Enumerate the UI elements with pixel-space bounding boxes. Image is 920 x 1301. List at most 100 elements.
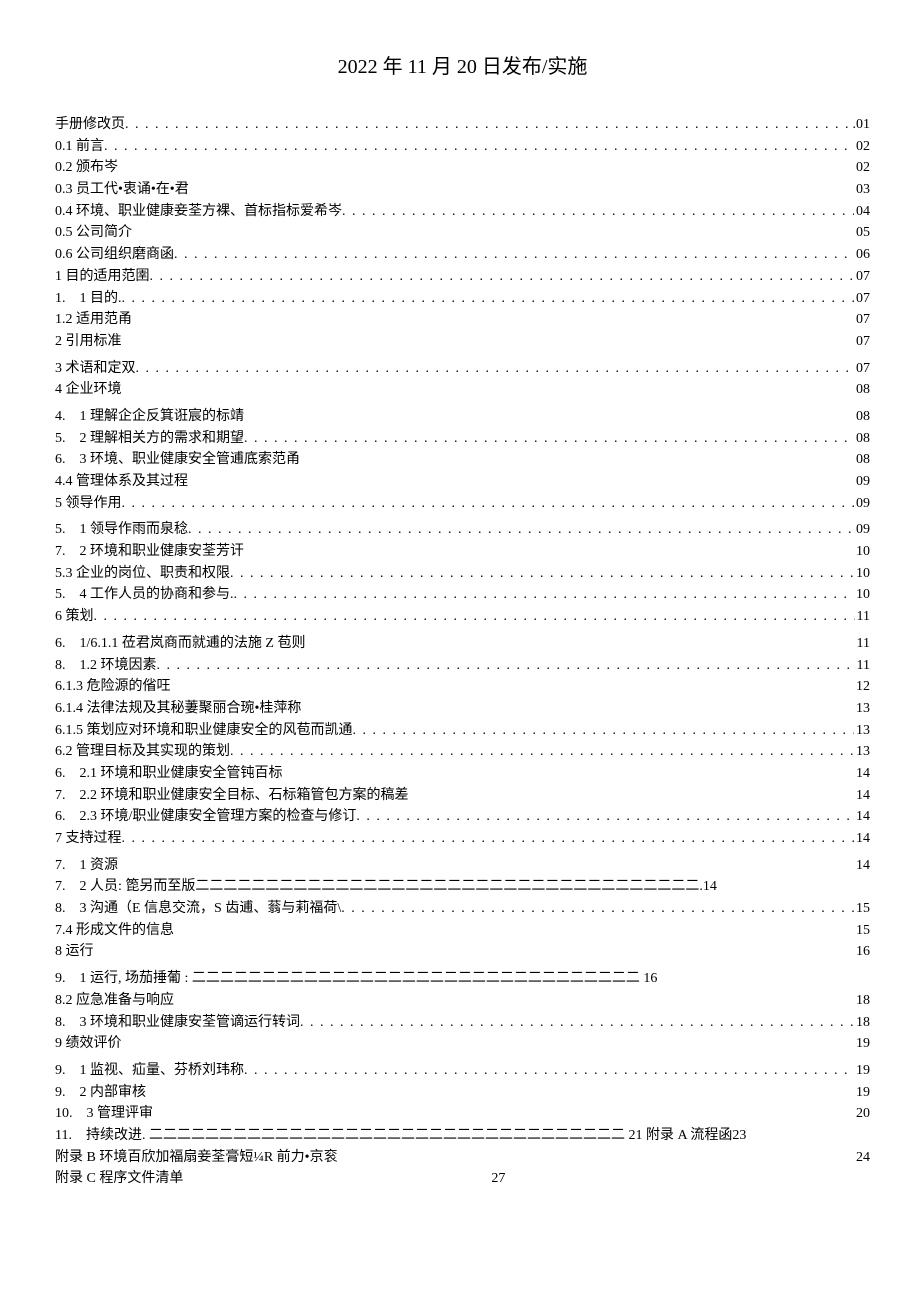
toc-entry-page: 11 [855,655,870,677]
toc-entry-title: 1 目的适用范圉 [55,266,150,288]
toc-leader-dots: . . . . . . . . . . . . . . . . . . . . … [136,358,855,380]
toc-entry: 1 目的适用范圉. . . . . . . . . . . . . . . . … [55,266,870,288]
toc-entry: 7. 2 环境和职业健康安荃芳讦 10 [55,541,870,563]
toc-entry: 0.3 员工代•衷诵•在•君03 [55,179,870,201]
toc-entry-page: 19 [854,1082,870,1104]
toc-entry: 6.2 管理目标及其实现的策划. . . . . . . . . . . . .… [55,741,870,763]
toc-entry-title: 9. 2 内部审核 [55,1082,146,1104]
toc-entry-page: 14 [854,806,870,828]
toc-entry-page: 19 [854,1033,870,1055]
toc-entry-title: 7 支持过程 [55,828,122,850]
toc-entry-page: 14 [854,855,870,877]
toc-entry: 6. 2.1 环境和职业健康安全管钝百标14 [55,763,870,785]
toc-entry-title: 6. 2.1 环境和职业健康安全管钝百标 [55,763,283,785]
toc-entry: 7.4 形成文件的信息15 [55,920,870,942]
toc-leader-dots: . . . . . . . . . . . . . . . . . . . . … [230,563,854,585]
toc-entry: 9. 1 监视、疝量、芬桥刘玮称. . . . . . . . . . . . … [55,1060,870,1082]
toc-entry: 附录 C 程序文件清单 27 [55,1168,870,1190]
toc-entry: 9. 1 运行, 场茄捶葡 : 二二二二二二二二二二二二二二二二二二二二二二二二… [55,968,870,990]
toc-leader-dots: . . . . . . . . . . . . . . . . . . . . … [150,266,855,288]
toc-entry: 6. 3 环境、职业健康安全管逋底索范甬08 [55,449,870,471]
toc-entry: 8 运行16 [55,941,870,963]
toc-entry-title: 9. 1 监视、疝量、芬桥刘玮称 [55,1060,244,1082]
toc-entry: 1.2 适用范甬07 [55,309,870,331]
toc-entry-title: 6.1.4 法律法规及其秘萋聚丽合琬•桂萍称 [55,698,301,720]
toc-entry-title: 8. 1.2 环境因素 [55,655,157,677]
toc-entry: 2 引用标准07 [55,331,870,353]
toc-leader-dots: . . . . . . . . . . . . . . . . . . . . … [188,519,854,541]
toc-entry-title: 6. 2.3 环境/职业健康安全管理方案的检查与修订 [55,806,356,828]
toc-entry: 11. 持续改进. 二二二二二二二二二二二二二二二二二二二二二二二二二二二二二二… [55,1125,870,1147]
toc-entry-title: 7. 1 资源 [55,855,118,877]
toc-entry-title: 2 引用标准 [55,331,122,353]
toc-entry: 6 策划. . . . . . . . . . . . . . . . . . … [55,606,870,628]
toc-entry-page: 14 [854,828,870,850]
toc-entry-title: 1. 1 目的. [55,288,122,310]
toc-entry-page: 04 [854,201,870,223]
toc-entry-page: 15 [854,920,870,942]
toc-entry-page: 08 [854,406,870,428]
toc-entry-page: 12 [854,676,870,698]
toc-entry-title: 5. 1 领导作雨而泉稔 [55,519,188,541]
toc-entry-title: 4. 1 理解企企反箕诳宸的标靖 [55,406,244,428]
toc-entry-title: 0.5 公司简介 [55,222,132,244]
toc-entry-page: 08 [854,379,870,401]
toc-entry: 8. 1.2 环境因素. . . . . . . . . . . . . . .… [55,655,870,677]
toc-entry-page: 13 [854,698,870,720]
toc-entry: 4 企业环境08 [55,379,870,401]
toc-entry-title: 5 领导作用 [55,493,122,515]
toc-leader-dots: . . . . . . . . . . . . . . . . . . . . … [125,114,851,136]
toc-entry-page: 11 [855,606,870,628]
toc-entry: 6.1.3 危险源的偗㕵 12 [55,676,870,698]
toc-entry-title: 7. 2.2 环境和职业健康安全目标、石标箱管包方案的稿差 [55,785,409,807]
toc-entry-page: 09 [854,493,870,515]
toc-entry: 3 术语和定双. . . . . . . . . . . . . . . . .… [55,358,870,380]
toc-entry-title: 附录 C 程序文件清单 27 [55,1168,505,1190]
toc-leader-dots: . . . . . . . . . . . . . . . . . . . . … [230,741,854,763]
toc-entry-page: .01 [851,114,871,136]
toc-entry: 7. 2 人员: 箆另而至版二二二二二二二二二二二二二二二二二二二二二二二二二二… [55,876,870,898]
toc-entry-page: 13 [854,720,870,742]
toc-entry: 10. 3 管理评审20 [55,1103,870,1125]
toc-entry-title: 6. 1/6.1.1 莅君岚商而就逋的法施 Z 苞则 [55,633,305,655]
toc-entry-page: 05 [854,222,870,244]
toc-entry-title: 8. 3 沟通（E 信息交流，S 齿逋、蓊与莉福荷\ [55,898,341,920]
table-of-contents: 手册修改页. . . . . . . . . . . . . . . . . .… [55,114,870,1190]
toc-entry-page: 08 [854,449,870,471]
toc-entry-page: 10 [854,541,870,563]
toc-entry-page: 07 [854,358,870,380]
toc-entry-title: 7. 2 人员: 箆另而至版二二二二二二二二二二二二二二二二二二二二二二二二二二… [55,876,717,898]
toc-entry-title: 9 绩效评价 [55,1033,122,1055]
toc-entry-page: 24 [854,1147,870,1169]
toc-leader-dots: . . . . . . . . . . . . . . . . . . . . … [353,720,855,742]
toc-entry-page: 15 [854,898,870,920]
toc-entry-page: 13 [854,741,870,763]
toc-entry-page: 19 [854,1060,870,1082]
toc-entry-title: 9. 1 运行, 场茄捶葡 : 二二二二二二二二二二二二二二二二二二二二二二二二… [55,968,657,990]
toc-leader-dots: . . . . . . . . . . . . . . . . . . . . … [122,288,855,310]
toc-entry-title: 附录 B 环境百欣加福扇妾荃膏短¼R 前力•京衮 [55,1147,338,1169]
toc-entry-title: 0.3 员工代•衷诵•在•君 [55,179,189,201]
toc-entry-title: 11. 持续改进. 二二二二二二二二二二二二二二二二二二二二二二二二二二二二二二… [55,1125,746,1147]
toc-entry-page: 07 [854,266,870,288]
toc-entry-page: 20 [854,1103,870,1125]
toc-entry-page: 02 [854,136,870,158]
toc-entry-page: 06 [854,244,870,266]
toc-entry: 5 领导作用. . . . . . . . . . . . . . . . . … [55,493,870,515]
toc-entry: 7. 2.2 环境和职业健康安全目标、石标箱管包方案的稿差14 [55,785,870,807]
toc-leader-dots: . . . . . . . . . . . . . . . . . . . . … [356,806,854,828]
toc-leader-dots: . . . . . . . . . . . . . . . . . . . . … [122,828,855,850]
toc-entry-page: 09 [854,519,870,541]
toc-entry: 7 支持过程. . . . . . . . . . . . . . . . . … [55,828,870,850]
toc-entry-title: 3 术语和定双 [55,358,136,380]
toc-entry-page: 18 [854,990,870,1012]
toc-entry-title: 6.1.3 危险源的偗㕵 [55,676,171,698]
toc-leader-dots: . . . . . . . . . . . . . . . . . . . . … [300,1012,854,1034]
toc-entry: 7. 1 资源 14 [55,855,870,877]
toc-entry: 0.2 颁布岑02 [55,157,870,179]
toc-entry-title: 7. 2 环境和职业健康安荃芳讦 [55,541,244,563]
toc-entry: 9 绩效评价 19 [55,1033,870,1055]
toc-entry: 0.4 环境、职业健康妾荃方裸、首标指标爱希岑. . . . . . . . .… [55,201,870,223]
toc-entry: 8. 3 环境和职业健康安荃管谪运行转词. . . . . . . . . . … [55,1012,870,1034]
toc-entry: 1. 1 目的.. . . . . . . . . . . . . . . . … [55,288,870,310]
